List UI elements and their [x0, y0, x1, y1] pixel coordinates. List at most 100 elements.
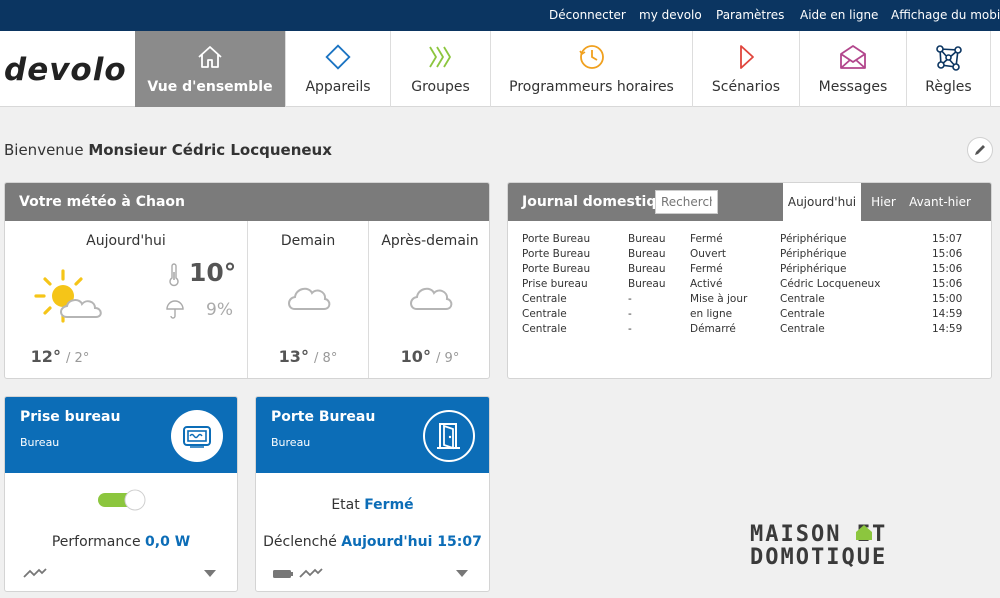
journal-device: Centrale [522, 308, 567, 320]
nav-groups[interactable]: Groupes [390, 31, 490, 107]
journal-row: Prise bureau Bureau Activé Cédric Locqueneu… [508, 278, 991, 293]
nav-messages[interactable]: Messages [799, 31, 906, 107]
journal-room: Bureau [628, 278, 666, 290]
logout-link[interactable]: Déconnecter [549, 8, 626, 22]
journal-card: Journal domestique Aujourd'hui Hier Avan… [507, 182, 992, 379]
journal-time: 14:59 [932, 323, 963, 335]
mobile-view-link[interactable]: Affichage du mobile [891, 8, 1000, 22]
journal-row: Porte Bureau Bureau Ouvert Périphérique 15:0… [508, 248, 991, 263]
nav-label: Groupes [411, 79, 470, 95]
home-icon [198, 46, 222, 68]
journal-device: Porte Bureau [522, 233, 591, 245]
welcome-prefix: Bienvenue [4, 141, 84, 159]
battery-icon [273, 570, 293, 578]
nav-devices[interactable]: Appareils [285, 31, 390, 107]
edit-dashboard-button[interactable] [967, 137, 993, 163]
nav-label: Scénarios [711, 79, 781, 95]
envelope-icon [840, 45, 866, 69]
journal-time: 14:59 [932, 308, 963, 320]
door-icon [437, 423, 460, 450]
trigger-line: Déclenché Aujourd'hui 15:07 [256, 534, 489, 550]
nav-scenarios[interactable]: Scénarios [692, 31, 799, 107]
journal-time: 15:00 [932, 293, 963, 305]
umbrella-icon [166, 300, 184, 319]
tab-yesterday[interactable]: Hier [861, 183, 906, 221]
journal-device: Prise bureau [522, 278, 588, 290]
rain-chance: 9% [206, 300, 233, 320]
journal-room: - [628, 308, 632, 320]
device-room: Bureau [20, 436, 60, 449]
maison-et-domotique-watermark: MAISON ET DOMOTIQUE [750, 522, 887, 567]
welcome-message: Bienvenue Monsieur Cédric Locqueneux [4, 141, 332, 159]
nav-schedules[interactable]: Programmeurs horaires [490, 31, 692, 107]
device-name: Prise bureau [20, 409, 121, 425]
weather-card-header: Votre météo à Chaon [5, 183, 489, 221]
chevron-down-icon[interactable] [203, 569, 217, 578]
journal-time: 15:07 [932, 233, 963, 245]
chart-icon[interactable] [23, 567, 47, 579]
device-icon-badge [171, 410, 223, 462]
state-line: Etat Fermé [256, 497, 489, 513]
device-tile-door: Porte Bureau Bureau Etat Fermé Déclenché… [255, 396, 490, 592]
device-room: Bureau [271, 436, 311, 449]
journal-source: Cédric Locqueneux [780, 278, 881, 290]
nav-label: Appareils [305, 79, 371, 95]
journal-row: Centrale - Mise à jour Centrale 15:00 [508, 293, 991, 308]
diamond-icon [325, 44, 351, 70]
day-label: Aujourd'hui [86, 233, 166, 249]
power-toggle[interactable] [97, 489, 147, 511]
my-devolo-link[interactable]: my devolo [639, 8, 702, 22]
journal-room: - [628, 323, 632, 335]
watermark-line-2: DOMOTIQUE [750, 545, 887, 567]
weather-title: Votre météo à Chaon [19, 194, 186, 210]
tab-today[interactable]: Aujourd'hui [783, 183, 861, 221]
settings-link[interactable]: Paramètres [716, 8, 784, 22]
chevrons-icon [428, 46, 451, 68]
day-temperatures: 13° / 8° [248, 347, 368, 366]
day-label: Demain [280, 233, 336, 249]
user-name: Monsieur Cédric Locqueneux [88, 141, 332, 159]
day-temperatures: 10° / 9° [369, 347, 489, 366]
nav-rules[interactable]: Règles [906, 31, 991, 107]
nav-label: Règles [925, 79, 972, 95]
nav-label: Programmeurs horaires [509, 79, 674, 95]
chart-icon[interactable] [299, 567, 323, 579]
temp-min: / 9° [436, 351, 460, 366]
cloud-icon [288, 287, 331, 310]
journal-source: Périphérique [780, 263, 847, 275]
plug-icon [183, 426, 211, 448]
trigger-value: Aujourd'hui 15:07 [341, 534, 482, 550]
nav-label: Vue d'ensemble [147, 79, 273, 95]
journal-event: en ligne [690, 308, 733, 320]
performance-line: Performance 0,0 W [5, 534, 237, 550]
journal-title: Journal domestique [522, 194, 676, 210]
weather-day-2: Après-demain 10° / 9° [368, 221, 489, 378]
journal-event: Ouvert [690, 248, 727, 260]
tab-day-before-yesterday[interactable]: Avant-hier [906, 183, 974, 221]
device-name: Porte Bureau [271, 409, 376, 425]
nav-overview[interactable]: Vue d'ensemble [135, 31, 285, 107]
journal-room: Bureau [628, 263, 666, 275]
chevron-down-icon[interactable] [455, 569, 469, 578]
devolo-logo[interactable]: devolo [4, 51, 150, 87]
network-icon [935, 45, 962, 71]
journal-event: Activé [690, 278, 723, 290]
device-icon-badge [423, 410, 475, 462]
temp-min: / 8° [314, 351, 338, 366]
journal-time: 15:06 [932, 278, 963, 290]
device-header[interactable]: Prise bureau Bureau [5, 397, 237, 473]
journal-event: Fermé [690, 263, 723, 275]
today-temperatures: 12° / 2° [5, 347, 115, 366]
device-header[interactable]: Porte Bureau Bureau [256, 397, 489, 473]
journal-device: Centrale [522, 293, 567, 305]
help-link[interactable]: Aide en ligne [800, 8, 878, 22]
cloud-icon [410, 287, 453, 310]
journal-search-input[interactable] [655, 190, 718, 214]
journal-source: Centrale [780, 323, 825, 335]
metric-label: Performance [51, 534, 141, 550]
temp-max: 10° [400, 347, 431, 366]
weather-today: Aujourd'hui 10° 9% 12° / 2° [5, 221, 247, 378]
journal-row: Porte Bureau Bureau Fermé Périphérique 15:06 [508, 263, 991, 278]
temp-max: 13° [278, 347, 309, 366]
trigger-label: Déclenché [263, 534, 337, 550]
